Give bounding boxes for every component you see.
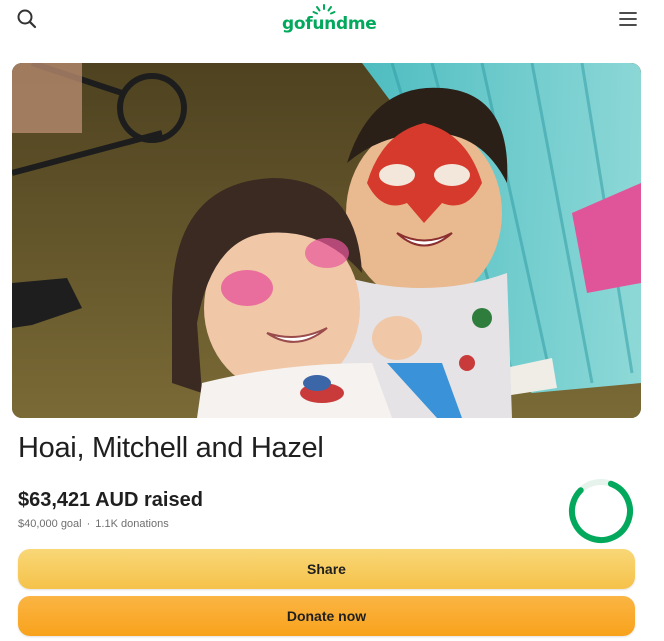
meta-separator: ·: [86, 518, 91, 530]
logo-text: gofundme: [282, 14, 377, 34]
hamburger-menu-icon: [619, 12, 637, 26]
amount-raised-text: $63,421 AUD raised: [18, 489, 203, 511]
progress-ring-fill: [569, 478, 633, 543]
campaign-hero-image: [12, 63, 641, 418]
gofundme-logo[interactable]: gofundme: [282, 4, 378, 38]
donations-count: 1.1K donations: [95, 518, 169, 530]
share-button[interactable]: Share: [18, 549, 635, 589]
search-button[interactable]: [14, 6, 42, 34]
progress-ring: [566, 476, 636, 546]
search-icon: [17, 9, 37, 29]
campaign-title: Hoai, Mitchell and Hazel: [18, 432, 324, 464]
amount-raised: $63,421 AUD raised: [18, 489, 203, 512]
top-bar: gofundme: [0, 0, 664, 52]
donate-now-button[interactable]: Donate now: [18, 596, 635, 636]
menu-button[interactable]: [618, 9, 638, 29]
goal-text: $40,000 goal: [18, 518, 82, 530]
campaign-stats: $40,000 goal · 1.1K donations: [18, 518, 169, 530]
